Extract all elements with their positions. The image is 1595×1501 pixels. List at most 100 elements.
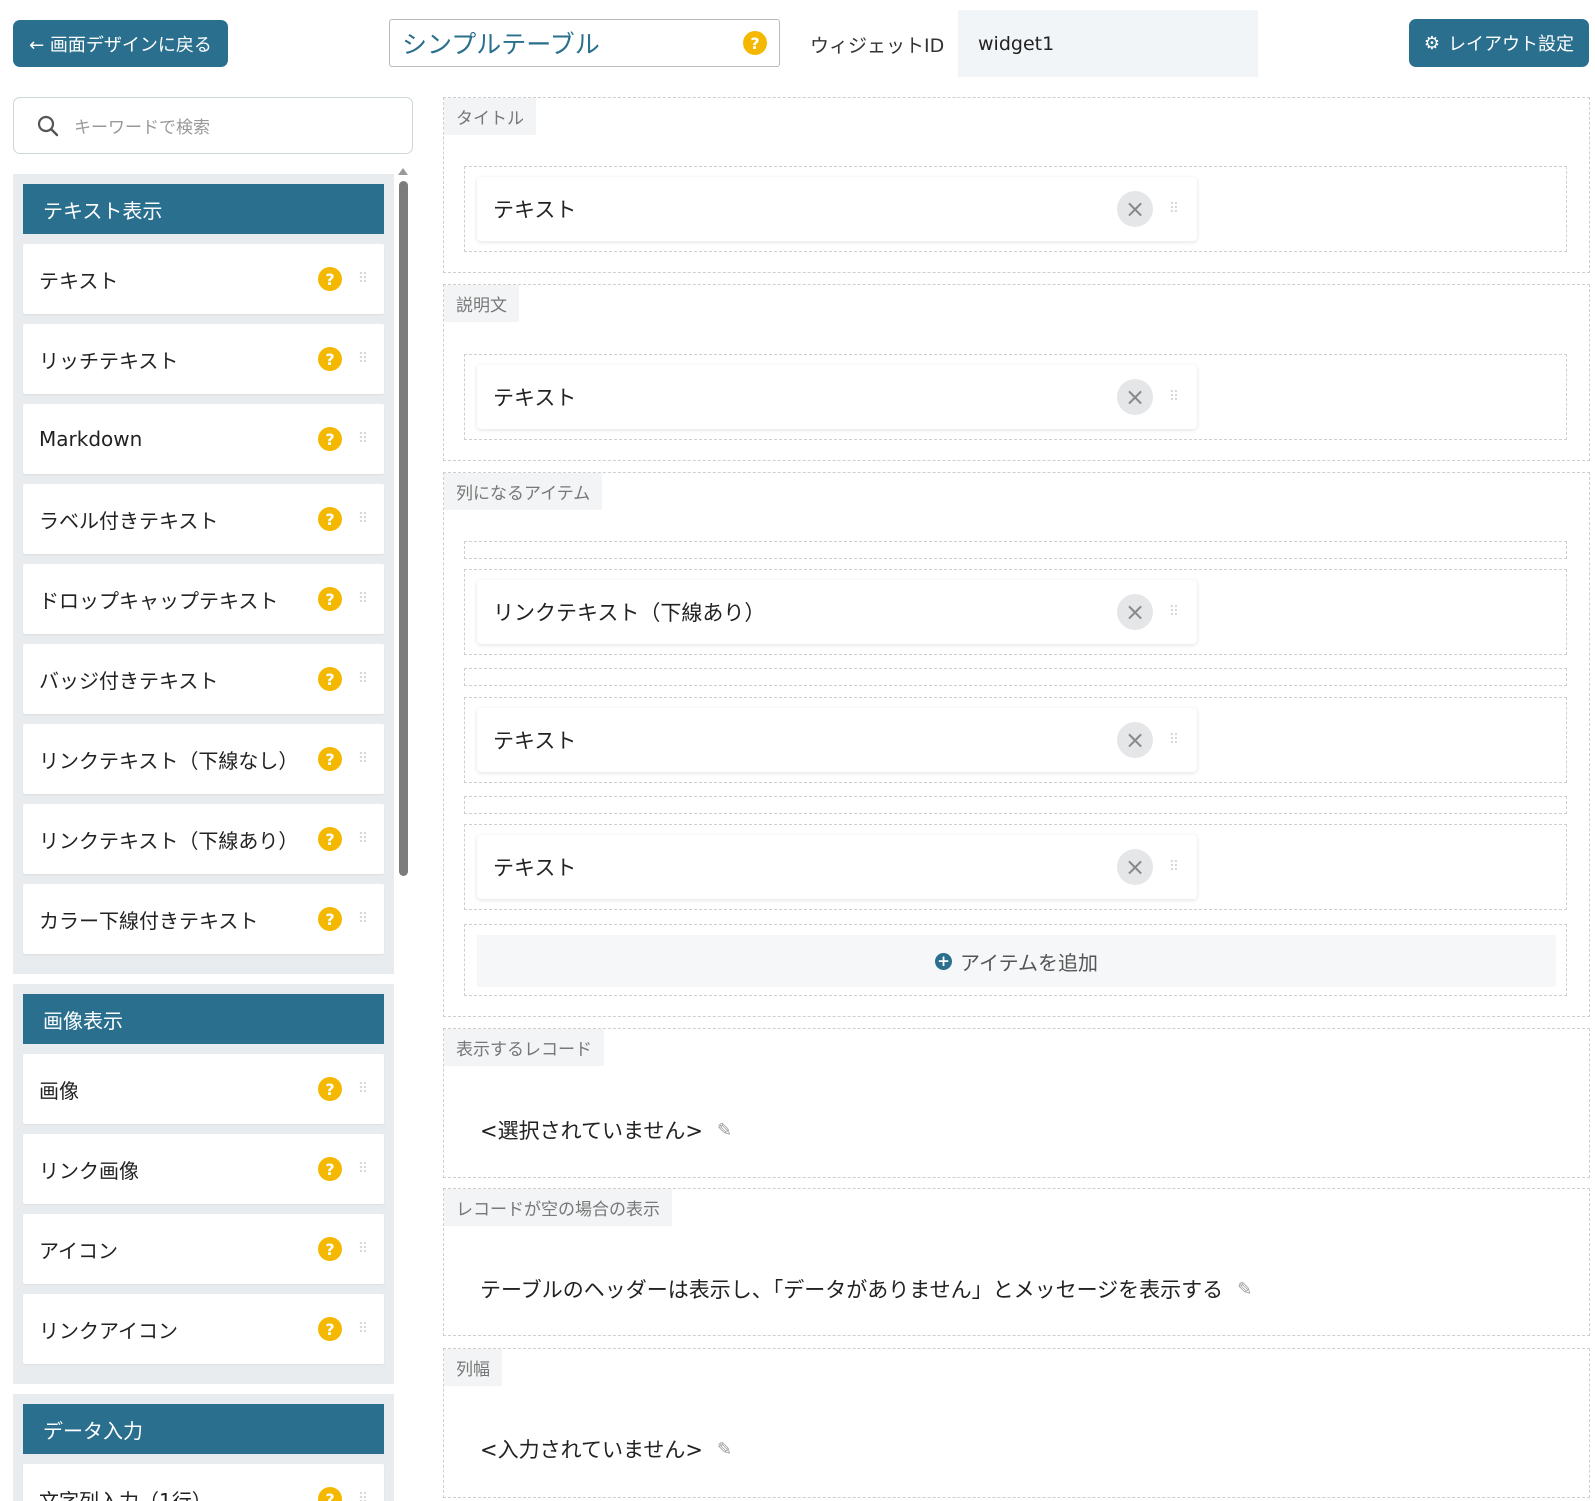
close-icon[interactable]: × bbox=[1117, 594, 1153, 630]
search-input[interactable]: キーワードで検索 bbox=[13, 97, 413, 154]
palette-item[interactable]: 画像? ⠿ bbox=[23, 1054, 384, 1124]
empty-display-section: レコードが空の場合の表示 テーブルのヘッダーは表示し、「データがありません」とメ… bbox=[443, 1188, 1590, 1336]
close-icon[interactable]: × bbox=[1117, 722, 1153, 758]
drag-handle-icon[interactable]: ⠿ bbox=[356, 590, 370, 608]
help-icon[interactable]: ? bbox=[318, 1077, 342, 1101]
drag-handle-icon[interactable]: ⠿ bbox=[356, 1080, 370, 1098]
palette-item[interactable]: リンクテキスト（下線あり）? ⠿ bbox=[23, 804, 384, 874]
palette-item[interactable]: アイコン? ⠿ bbox=[23, 1214, 384, 1284]
drag-handle-icon[interactable]: ⠿ bbox=[356, 1160, 370, 1178]
palette-scrollbar[interactable] bbox=[397, 168, 409, 888]
palette-item-label: カラー下線付きテキスト bbox=[39, 908, 259, 933]
palette-item-label: リンク画像 bbox=[39, 1158, 139, 1183]
close-icon[interactable]: × bbox=[1117, 379, 1153, 415]
records-section: 表示するレコード <選択されていません> ✎ bbox=[443, 1028, 1590, 1178]
placed-item[interactable]: テキスト × ⠿ bbox=[477, 365, 1197, 429]
help-icon[interactable]: ? bbox=[318, 347, 342, 371]
help-icon[interactable]: ? bbox=[318, 747, 342, 771]
help-icon[interactable]: ? bbox=[318, 1157, 342, 1181]
drop-slot[interactable]: テキスト × ⠿ bbox=[464, 166, 1567, 252]
drag-handle-icon[interactable]: ⠿ bbox=[356, 670, 370, 688]
palette-item[interactable]: テキスト? ⠿ bbox=[23, 244, 384, 314]
drop-slot[interactable]: テキスト × ⠿ bbox=[464, 824, 1567, 910]
widget-id-input[interactable]: widget1 bbox=[958, 10, 1258, 77]
help-icon[interactable]: ? bbox=[318, 427, 342, 451]
drag-handle-icon[interactable]: ⠿ bbox=[1167, 388, 1181, 406]
palette-item[interactable]: 文字列入力（1行）? ⠿ bbox=[23, 1464, 384, 1501]
help-icon[interactable]: ? bbox=[318, 907, 342, 931]
scroll-thumb[interactable] bbox=[398, 181, 408, 876]
palette-item-label: テキスト bbox=[39, 268, 119, 293]
widget-title-field[interactable]: シンプルテーブル ? bbox=[389, 19, 780, 67]
drop-slot[interactable] bbox=[464, 668, 1567, 686]
palette-item[interactable]: Markdown? ⠿ bbox=[23, 404, 384, 474]
placed-item[interactable]: リンクテキスト（下線あり） × ⠿ bbox=[477, 580, 1197, 644]
placed-item[interactable]: テキスト × ⠿ bbox=[477, 177, 1197, 241]
drag-handle-icon[interactable]: ⠿ bbox=[1167, 858, 1181, 876]
palette-item-label: ドロップキャップテキスト bbox=[39, 588, 279, 613]
drag-handle-icon[interactable]: ⠿ bbox=[1167, 603, 1181, 621]
palette-item[interactable]: バッジ付きテキスト? ⠿ bbox=[23, 644, 384, 714]
drop-slot[interactable]: テキスト × ⠿ bbox=[464, 354, 1567, 440]
drag-handle-icon[interactable]: ⠿ bbox=[356, 510, 370, 528]
pencil-icon[interactable]: ✎ bbox=[1237, 1279, 1252, 1300]
help-icon[interactable]: ? bbox=[318, 1487, 342, 1501]
drag-handle-icon[interactable]: ⠿ bbox=[356, 910, 370, 928]
palette-item[interactable]: ドロップキャップテキスト? ⠿ bbox=[23, 564, 384, 634]
gear-icon: ⚙ bbox=[1423, 32, 1441, 54]
column-width-value-text: <入力されていません> bbox=[480, 1438, 703, 1462]
drag-handle-icon[interactable]: ⠿ bbox=[356, 1490, 370, 1501]
help-icon[interactable]: ? bbox=[318, 267, 342, 291]
help-icon[interactable]: ? bbox=[318, 827, 342, 851]
drag-handle-icon[interactable]: ⠿ bbox=[356, 270, 370, 288]
placed-item[interactable]: テキスト × ⠿ bbox=[477, 835, 1197, 899]
drag-handle-icon[interactable]: ⠿ bbox=[356, 830, 370, 848]
help-icon[interactable]: ? bbox=[318, 667, 342, 691]
back-to-screen-design-button[interactable]: ← 画面デザインに戻る bbox=[13, 20, 228, 67]
placed-item-label: リンクテキスト（下線あり） bbox=[493, 601, 766, 625]
placed-item[interactable]: テキスト × ⠿ bbox=[477, 708, 1197, 772]
pencil-icon[interactable]: ✎ bbox=[717, 1120, 732, 1141]
column-width-value[interactable]: <入力されていません> ✎ bbox=[480, 1434, 732, 1464]
help-icon[interactable]: ? bbox=[318, 1237, 342, 1261]
close-icon[interactable]: × bbox=[1117, 191, 1153, 227]
drop-slot[interactable]: テキスト × ⠿ bbox=[464, 697, 1567, 783]
empty-display-value[interactable]: テーブルのヘッダーは表示し、「データがありません」とメッセージを表示する ✎ bbox=[480, 1274, 1252, 1304]
help-icon[interactable]: ? bbox=[318, 1317, 342, 1341]
palette-item-label: リンクテキスト（下線あり） bbox=[39, 828, 299, 853]
palette-group-title[interactable]: 画像表示 bbox=[23, 994, 384, 1044]
column-width-section: 列幅 <入力されていません> ✎ bbox=[443, 1348, 1590, 1498]
records-value[interactable]: <選択されていません> ✎ bbox=[480, 1115, 732, 1145]
palette-item[interactable]: リンクアイコン? ⠿ bbox=[23, 1294, 384, 1364]
palette-item[interactable]: リンクテキスト（下線なし）? ⠿ bbox=[23, 724, 384, 794]
palette-group-title[interactable]: テキスト表示 bbox=[23, 184, 384, 234]
drag-handle-icon[interactable]: ⠿ bbox=[356, 430, 370, 448]
drag-handle-icon[interactable]: ⠿ bbox=[356, 350, 370, 368]
section-label: レコードが空の場合の表示 bbox=[444, 1189, 672, 1226]
add-item-button[interactable]: + アイテムを追加 bbox=[477, 935, 1556, 987]
pencil-icon[interactable]: ✎ bbox=[717, 1439, 732, 1460]
help-icon[interactable]: ? bbox=[318, 507, 342, 531]
section-label: タイトル bbox=[444, 98, 536, 135]
palette-item[interactable]: リンク画像? ⠿ bbox=[23, 1134, 384, 1204]
help-icon[interactable]: ? bbox=[743, 31, 767, 55]
drag-handle-icon[interactable]: ⠿ bbox=[356, 1240, 370, 1258]
drag-handle-icon[interactable]: ⠿ bbox=[356, 750, 370, 768]
placed-item-label: テキスト bbox=[493, 856, 577, 880]
drag-handle-icon[interactable]: ⠿ bbox=[1167, 731, 1181, 749]
help-icon[interactable]: ? bbox=[318, 587, 342, 611]
palette-group-title[interactable]: データ入力 bbox=[23, 1404, 384, 1454]
drop-slot[interactable]: リンクテキスト（下線あり） × ⠿ bbox=[464, 569, 1567, 655]
drop-slot[interactable] bbox=[464, 541, 1567, 559]
widget-id-label: ウィジェットID bbox=[810, 35, 945, 57]
palette-item[interactable]: リッチテキスト? ⠿ bbox=[23, 324, 384, 394]
drop-slot[interactable] bbox=[464, 796, 1567, 814]
drag-handle-icon[interactable]: ⠿ bbox=[356, 1320, 370, 1338]
drag-handle-icon[interactable]: ⠿ bbox=[1167, 200, 1181, 218]
palette-item[interactable]: カラー下線付きテキスト? ⠿ bbox=[23, 884, 384, 954]
scroll-up-arrow-icon[interactable] bbox=[398, 168, 408, 175]
palette-item[interactable]: ラベル付きテキスト? ⠿ bbox=[23, 484, 384, 554]
widget-palette: テキスト表示 テキスト? ⠿ リッチテキスト? ⠿ Markdown? ⠿ ラベル付きテキスト… bbox=[13, 174, 394, 1501]
close-icon[interactable]: × bbox=[1117, 849, 1153, 885]
layout-settings-button[interactable]: ⚙ レイアウト設定 bbox=[1409, 19, 1589, 67]
